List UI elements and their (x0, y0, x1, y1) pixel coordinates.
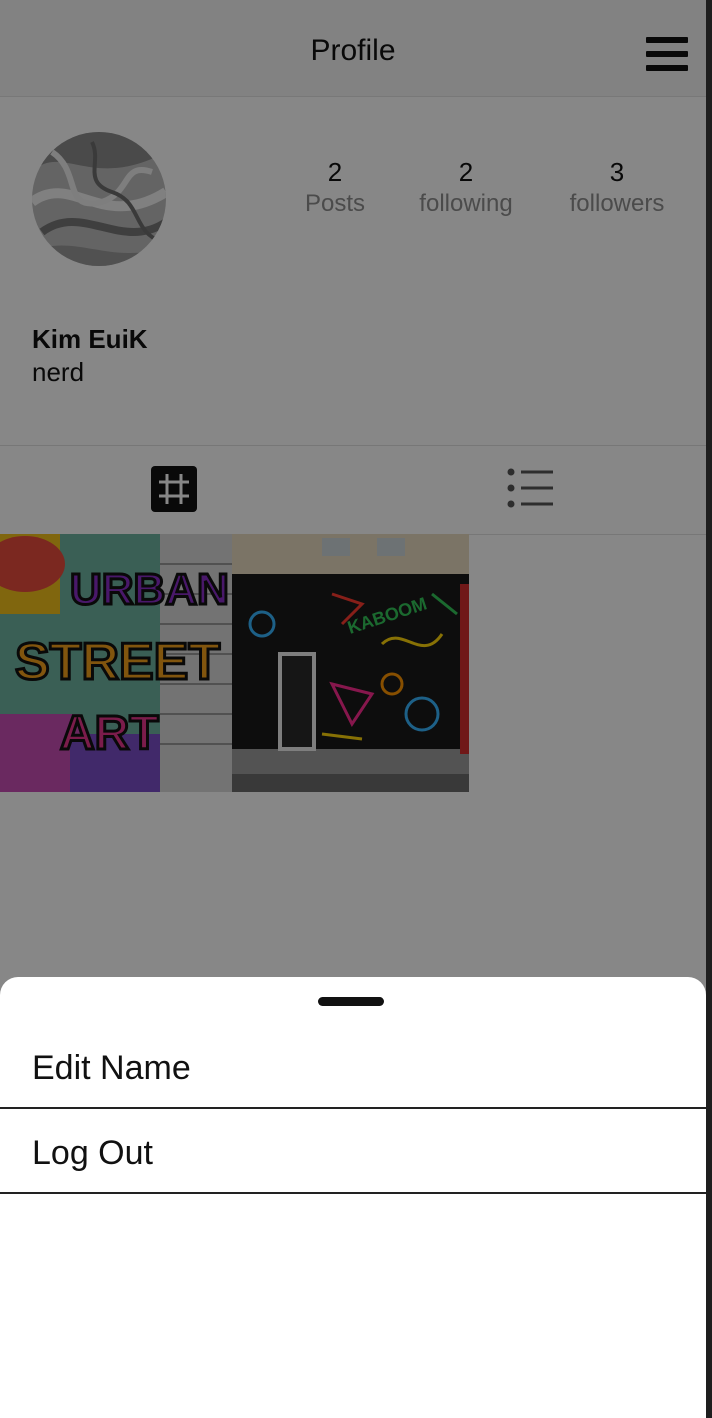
bottom-sheet: Edit Name Log Out (0, 977, 706, 1418)
sheet-drag-handle[interactable] (318, 997, 384, 1006)
edit-name-button[interactable]: Edit Name (0, 1025, 706, 1109)
log-out-label: Log Out (32, 1134, 153, 1172)
profile-screen: Profile 2 Posts 2 following 3 followers … (0, 0, 706, 1418)
log-out-button[interactable]: Log Out (0, 1110, 706, 1194)
edit-name-label: Edit Name (32, 1049, 191, 1087)
